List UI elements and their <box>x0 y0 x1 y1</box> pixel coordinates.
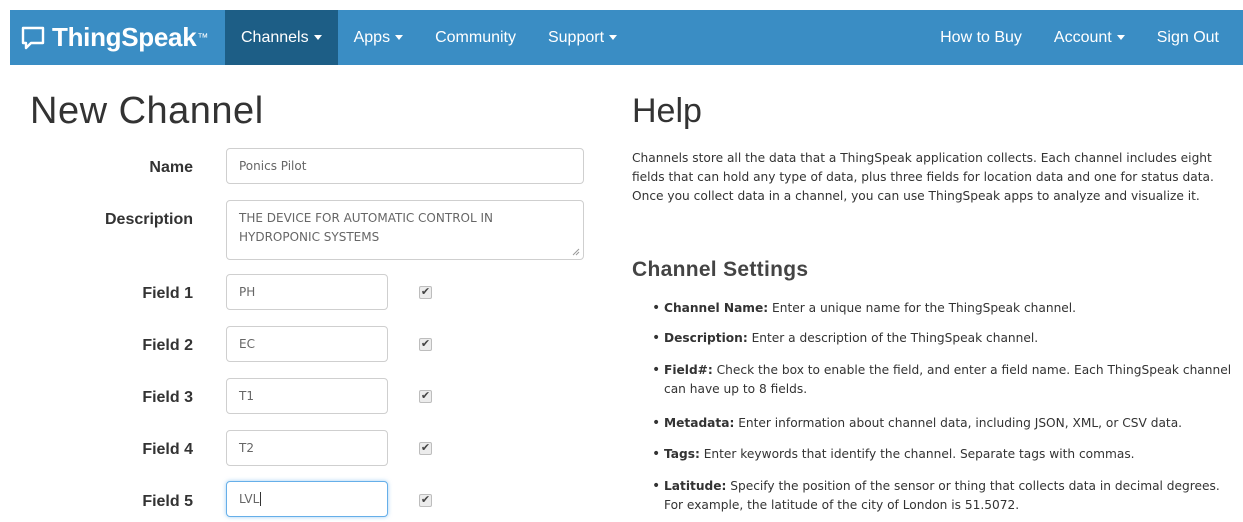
bullet-icon: • <box>652 300 661 316</box>
help-item-body: Tags: Enter keywords that identify the c… <box>664 445 1232 464</box>
brand-logo[interactable]: ThingSpeak ™ <box>10 10 225 65</box>
field-1-checkbox[interactable]: ✔ <box>419 286 432 299</box>
field-5-input[interactable]: LVL <box>226 481 388 517</box>
caret-down-icon <box>1116 35 1125 40</box>
nav-support-label: Support <box>547 28 605 46</box>
nav-account-label: Account <box>1053 28 1112 46</box>
nav-sign-out-label: Sign Out <box>1156 28 1219 46</box>
help-item-term: Description: <box>664 331 748 345</box>
resize-grip-icon[interactable] <box>572 248 580 256</box>
help-item-text: Enter information about channel data, in… <box>734 416 1183 430</box>
nav-account[interactable]: Account <box>1038 10 1141 65</box>
caret-down-icon <box>313 35 322 40</box>
nav-support[interactable]: Support <box>532 10 633 65</box>
help-item-channel-name: • Channel Name: Enter a unique name for … <box>652 299 1232 318</box>
bullet-icon: • <box>652 415 661 431</box>
text-cursor <box>260 492 262 506</box>
field-4-checkbox[interactable]: ✔ <box>419 442 432 455</box>
nav-community[interactable]: Community <box>419 10 532 65</box>
field-1-label: Field 1 <box>142 285 193 302</box>
brand-trademark: ™ <box>197 31 209 44</box>
channel-settings-title: Channel Settings <box>632 258 809 281</box>
brand-name: ThingSpeak <box>52 22 197 52</box>
field-2-label: Field 2 <box>142 337 193 354</box>
field-1-value: PH <box>239 285 256 299</box>
nav-apps-label: Apps <box>353 28 391 46</box>
nav-community-label: Community <box>435 28 516 46</box>
nav-how-to-buy[interactable]: How to Buy <box>924 10 1038 65</box>
field-4-value: T2 <box>239 441 254 455</box>
help-item-term: Field#: <box>664 363 713 377</box>
field-2-value: EC <box>239 337 255 351</box>
help-item-field: • Field#: Check the box to enable the fi… <box>652 361 1232 399</box>
bullet-icon: • <box>652 362 661 378</box>
channel-name-input[interactable]: Ponics Pilot <box>226 148 584 184</box>
checkmark-icon: ✔ <box>420 286 431 298</box>
field-3-checkbox[interactable]: ✔ <box>419 390 432 403</box>
help-item-latitude: • Latitude: Specify the position of the … <box>652 477 1232 515</box>
navbar: ThingSpeak ™ Channels Apps Community Supp… <box>10 10 1243 65</box>
bullet-icon: • <box>652 330 661 346</box>
help-item-body: Metadata: Enter information about channe… <box>664 414 1232 433</box>
nav-sign-out[interactable]: Sign Out <box>1141 10 1243 65</box>
help-item-description: • Description: Enter a description of th… <box>652 329 1232 348</box>
help-item-body: Channel Name: Enter a unique name for th… <box>664 299 1232 318</box>
help-item-body: Description: Enter a description of the … <box>664 329 1232 348</box>
help-title: Help <box>632 92 702 130</box>
nav-apps[interactable]: Apps <box>338 10 419 65</box>
field-4-label: Field 4 <box>142 441 193 458</box>
help-intro: Channels store all the data that a Thing… <box>632 151 1214 203</box>
checkmark-icon: ✔ <box>420 338 431 350</box>
field-4-input[interactable]: T2 <box>226 430 388 466</box>
caret-down-icon <box>609 35 618 40</box>
field-2-input[interactable]: EC <box>226 326 388 362</box>
field-1-input[interactable]: PH <box>226 274 388 310</box>
help-item-text: Specify the position of the sensor or th… <box>664 479 1220 512</box>
help-item-term: Metadata: <box>664 416 735 430</box>
channel-name-value: Ponics Pilot <box>239 159 307 173</box>
help-item-body: Latitude: Specify the position of the se… <box>664 477 1232 515</box>
description-textarea[interactable]: THE DEVICE FOR AUTOMATIC CONTROL IN HYDR… <box>226 200 584 260</box>
help-item-metadata: • Metadata: Enter information about chan… <box>652 414 1232 433</box>
field-5-label: Field 5 <box>142 493 193 510</box>
field-5-value: LVL <box>239 492 260 506</box>
name-label: Name <box>149 159 193 176</box>
caret-down-icon <box>395 35 404 40</box>
checkmark-icon: ✔ <box>420 494 431 506</box>
page-title: New Channel <box>30 90 264 132</box>
nav-how-to-buy-label: How to Buy <box>940 28 1022 46</box>
nav-channels[interactable]: Channels <box>225 10 338 65</box>
checkmark-icon: ✔ <box>420 442 431 454</box>
help-item-body: Field#: Check the box to enable the fiel… <box>664 361 1232 399</box>
help-item-term: Channel Name: <box>664 301 769 315</box>
bullet-icon: • <box>652 446 661 462</box>
help-item-text: Enter a unique name for the ThingSpeak c… <box>768 301 1077 315</box>
bullet-icon: • <box>652 478 661 494</box>
field-3-value: T1 <box>239 389 254 403</box>
nav-channels-label: Channels <box>241 28 309 46</box>
field-3-input[interactable]: T1 <box>226 378 388 414</box>
speech-bubble-icon <box>21 26 45 49</box>
top-navigation: ThingSpeak ™ Channels Apps Community Supp… <box>0 0 1243 73</box>
help-item-text: Check the box to enable the field, and e… <box>664 363 1232 396</box>
help-item-text: Enter a description of the ThingSpeak ch… <box>747 331 1039 345</box>
help-item-term: Tags: <box>664 447 700 461</box>
checkmark-icon: ✔ <box>420 390 431 402</box>
field-5-checkbox[interactable]: ✔ <box>419 494 432 507</box>
field-2-checkbox[interactable]: ✔ <box>419 338 432 351</box>
description-label: Description <box>104 211 193 228</box>
help-item-text: Enter keywords that identify the channel… <box>699 447 1135 461</box>
field-3-label: Field 3 <box>142 389 193 406</box>
description-value: THE DEVICE FOR AUTOMATIC CONTROL IN HYDR… <box>239 211 493 244</box>
help-item-term: Latitude: <box>664 479 727 493</box>
help-item-tags: • Tags: Enter keywords that identify the… <box>652 445 1232 464</box>
